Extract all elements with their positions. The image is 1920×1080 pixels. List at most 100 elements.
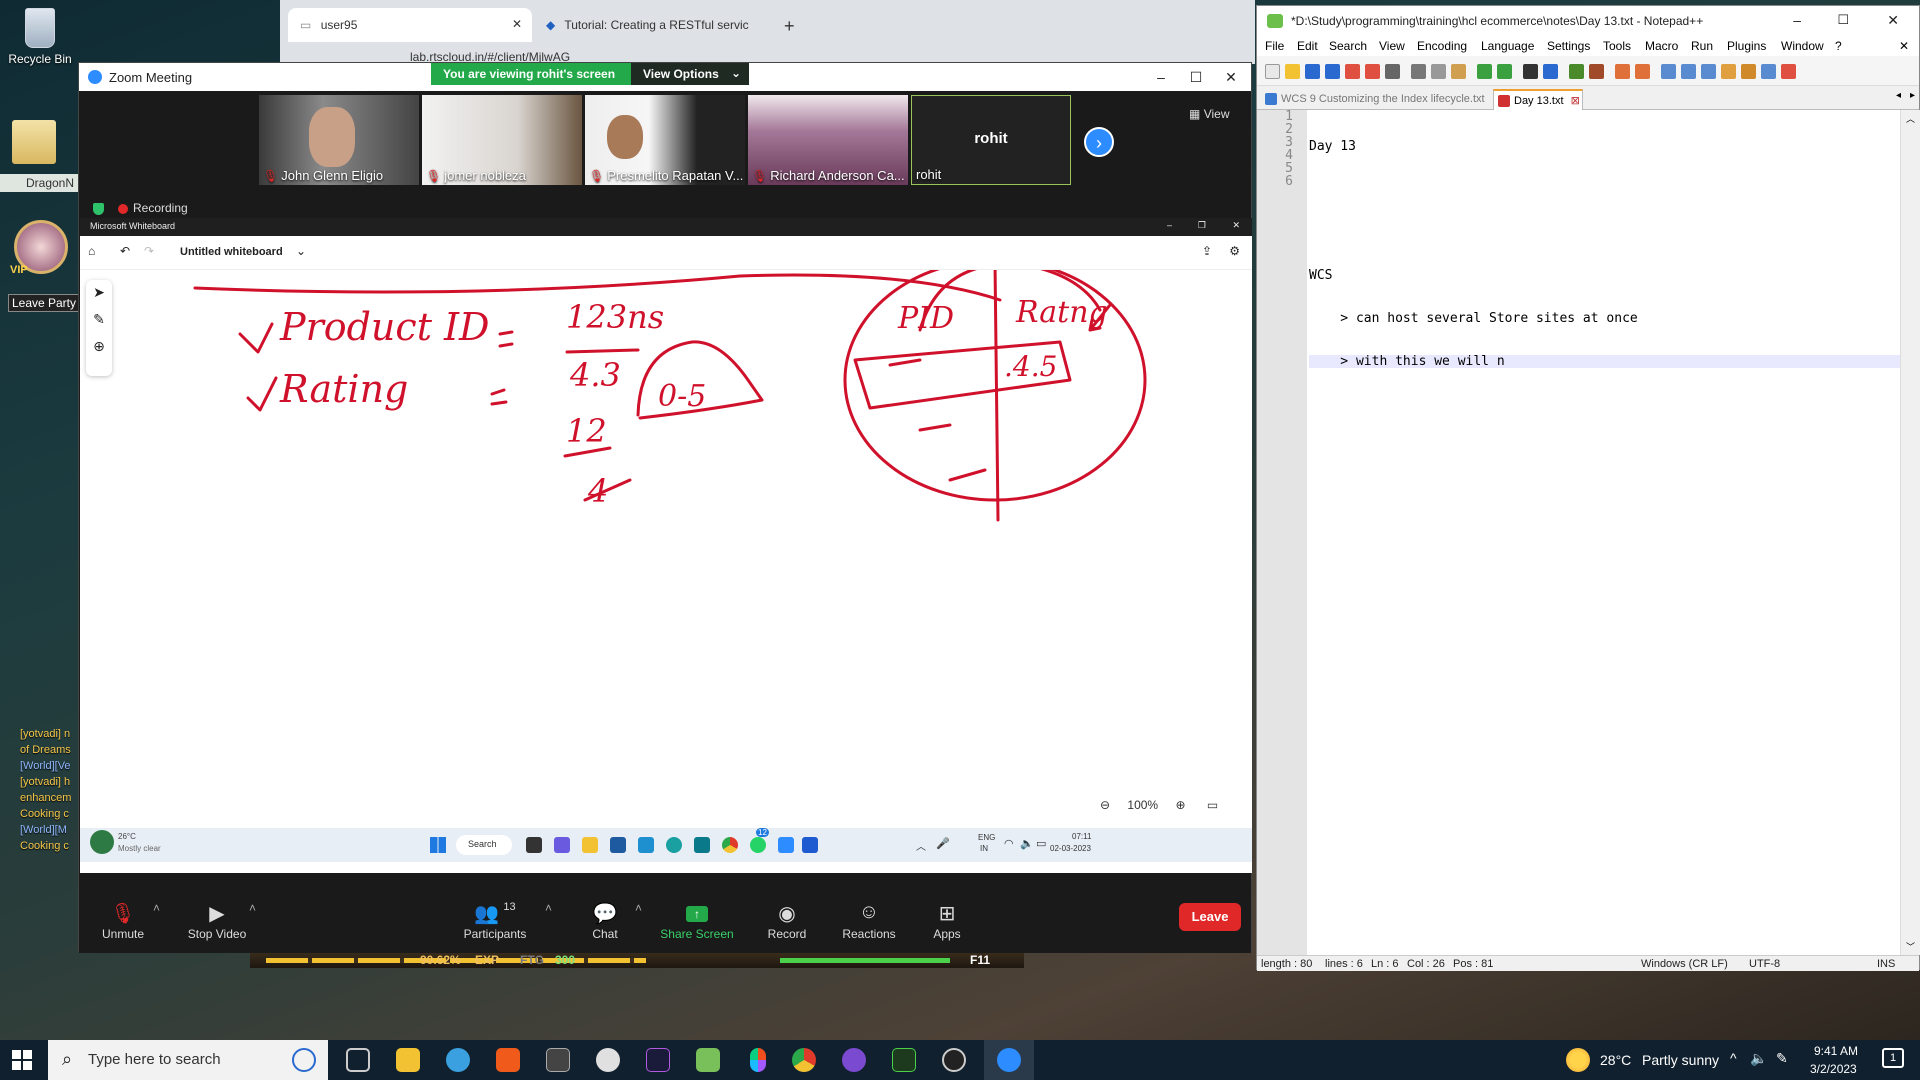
open-file-icon[interactable]	[1285, 64, 1300, 79]
maximize-icon[interactable]: ☐	[1186, 67, 1206, 87]
function-list-icon[interactable]	[1741, 64, 1756, 79]
menu-help[interactable]: ?	[1835, 39, 1842, 53]
viber-icon[interactable]	[842, 1048, 866, 1072]
view-options-dropdown[interactable]: View Options ⌄	[631, 63, 749, 85]
redo-icon[interactable]	[1497, 64, 1512, 79]
video-tile[interactable]: 🎙 jomer nobleza	[422, 95, 582, 185]
copy-icon[interactable]	[1431, 64, 1446, 79]
video-tile[interactable]: 🎙 John Glenn Eligio	[259, 95, 419, 185]
desktop-icon-game[interactable]: DragonN	[0, 174, 78, 192]
doc-map-icon[interactable]	[1721, 64, 1736, 79]
close-all-icon[interactable]	[1365, 64, 1380, 79]
notepad-plus-plus-icon[interactable]	[696, 1048, 720, 1072]
print-icon[interactable]	[1385, 64, 1400, 79]
video-tile[interactable]: 🎙 Richard Anderson Ca...	[748, 95, 908, 185]
view-layout-button[interactable]: ▦ View	[1189, 107, 1229, 121]
browser-tab-tutorial[interactable]: ◆ Tutorial: Creating a RESTful servic	[534, 8, 774, 42]
word-wrap-icon[interactable]	[1661, 64, 1676, 79]
menu-file[interactable]: File	[1265, 39, 1284, 53]
editor-text[interactable]: Day 13 WCS > can host several Store site…	[1309, 110, 1900, 398]
app-icon[interactable]	[446, 1048, 470, 1072]
snipping-tool-icon[interactable]	[546, 1048, 570, 1072]
recording-indicator[interactable]: Recording	[93, 201, 188, 215]
desktop-icon-recycle-bin[interactable]: Recycle Bin	[4, 8, 76, 66]
task-view-icon[interactable]	[346, 1048, 370, 1072]
speaker-icon[interactable]: 🔈	[1750, 1050, 1767, 1067]
save-all-icon[interactable]	[1325, 64, 1340, 79]
windows-start-button[interactable]	[12, 1050, 32, 1070]
replace-icon[interactable]	[1543, 64, 1558, 79]
apps-button[interactable]: ⊞ Apps	[907, 901, 987, 941]
show-all-chars-icon[interactable]	[1681, 64, 1696, 79]
vertical-scrollbar[interactable]: ︿ ﹀	[1900, 110, 1920, 955]
folder-icon[interactable]	[12, 120, 56, 164]
figma-icon[interactable]	[750, 1048, 766, 1072]
tab-scroll-right-icon[interactable]: ▸	[1910, 90, 1915, 101]
unmute-button[interactable]: 🎙 Unmute	[83, 901, 163, 941]
menu-window[interactable]: Window	[1781, 39, 1824, 53]
video-tile-active-speaker[interactable]: rohit rohit	[911, 95, 1071, 185]
chrome-icon[interactable]	[792, 1048, 816, 1072]
notification-icon[interactable]: 1	[1882, 1048, 1904, 1068]
pen-input-icon[interactable]: ✎	[1776, 1050, 1788, 1067]
menu-edit[interactable]: Edit	[1297, 39, 1318, 53]
menu-plugins[interactable]: Plugins	[1727, 39, 1766, 53]
save-icon[interactable]	[1305, 64, 1320, 79]
menu-tools[interactable]: Tools	[1603, 39, 1631, 53]
bing-icon[interactable]	[292, 1048, 316, 1072]
menu-search[interactable]: Search	[1329, 39, 1367, 53]
app-icon[interactable]	[596, 1048, 620, 1072]
minimize-icon[interactable]: –	[1793, 12, 1801, 28]
notepad-editor[interactable]: 123 456 Day 13 WCS > can host several St…	[1257, 110, 1900, 955]
reactions-button[interactable]: ☺ Reactions	[829, 901, 909, 941]
menu-run[interactable]: Run	[1691, 39, 1713, 53]
find-icon[interactable]	[1523, 64, 1538, 79]
obs-icon[interactable]	[942, 1048, 966, 1072]
chevron-up-icon[interactable]: ^	[1730, 1050, 1737, 1066]
weather-sun-icon[interactable]	[1566, 1048, 1590, 1072]
chevron-up-icon[interactable]: ˄	[545, 901, 552, 915]
menu-view[interactable]: View	[1379, 39, 1405, 53]
new-file-icon[interactable]	[1265, 64, 1280, 79]
close-icon[interactable]: ✕	[1221, 67, 1241, 87]
participants-button[interactable]: 👥 13 Participants	[455, 901, 535, 941]
video-tile[interactable]: 🎙 Presmelito Rapatan V...	[585, 95, 745, 185]
menu-macro[interactable]: Macro	[1645, 39, 1678, 53]
browser-tab-user95[interactable]: ▭ user95 ✕	[288, 8, 532, 42]
scroll-up-icon[interactable]: ︿	[1906, 112, 1915, 125]
leave-meeting-button[interactable]: Leave	[1179, 903, 1241, 931]
tab-scroll-left-icon[interactable]: ◂	[1896, 90, 1901, 101]
new-tab-button[interactable]: +	[784, 16, 795, 37]
close-icon[interactable]: ✕	[1887, 12, 1899, 29]
sync-horizontal-icon[interactable]	[1635, 64, 1650, 79]
notepad-tab-wcs9[interactable]: WCS 9 Customizing the Index lifecycle.tx…	[1261, 89, 1489, 110]
brave-browser-icon[interactable]	[496, 1048, 520, 1072]
next-page-arrow-icon[interactable]: ›	[1084, 127, 1114, 157]
paste-icon[interactable]	[1451, 64, 1466, 79]
close-file-icon[interactable]	[1345, 64, 1360, 79]
close-document-icon[interactable]: ✕	[1899, 39, 1909, 53]
chevron-up-icon[interactable]: ˄	[249, 901, 256, 915]
sync-vertical-icon[interactable]	[1615, 64, 1630, 79]
share-screen-button[interactable]: ↑ Share Screen	[657, 901, 737, 941]
maximize-icon[interactable]: ☐	[1837, 12, 1849, 28]
menu-encoding[interactable]: Encoding	[1417, 39, 1467, 53]
minimize-icon[interactable]: –	[1151, 67, 1171, 87]
cut-icon[interactable]	[1411, 64, 1426, 79]
undo-icon[interactable]	[1477, 64, 1492, 79]
zoom-in-icon[interactable]	[1569, 64, 1584, 79]
menu-settings[interactable]: Settings	[1547, 39, 1590, 53]
close-icon[interactable]: ✕	[512, 17, 522, 31]
file-explorer-icon[interactable]	[396, 1048, 420, 1072]
scroll-down-icon[interactable]: ﹀	[1906, 940, 1915, 953]
chat-button[interactable]: 💬 Chat	[565, 901, 645, 941]
close-tab-icon[interactable]: ⊠	[1571, 95, 1580, 107]
leave-party-button[interactable]: Leave Party	[8, 294, 80, 312]
game-launcher-icon[interactable]	[892, 1048, 916, 1072]
folder-workspace-icon[interactable]	[1761, 64, 1776, 79]
chevron-up-icon[interactable]: ˄	[153, 901, 160, 915]
record-macro-icon[interactable]	[1781, 64, 1796, 79]
menu-language[interactable]: Language	[1481, 39, 1534, 53]
zoom-out-icon[interactable]	[1589, 64, 1604, 79]
taskbar-search-box[interactable]: ⌕ Type here to search	[48, 1040, 328, 1080]
